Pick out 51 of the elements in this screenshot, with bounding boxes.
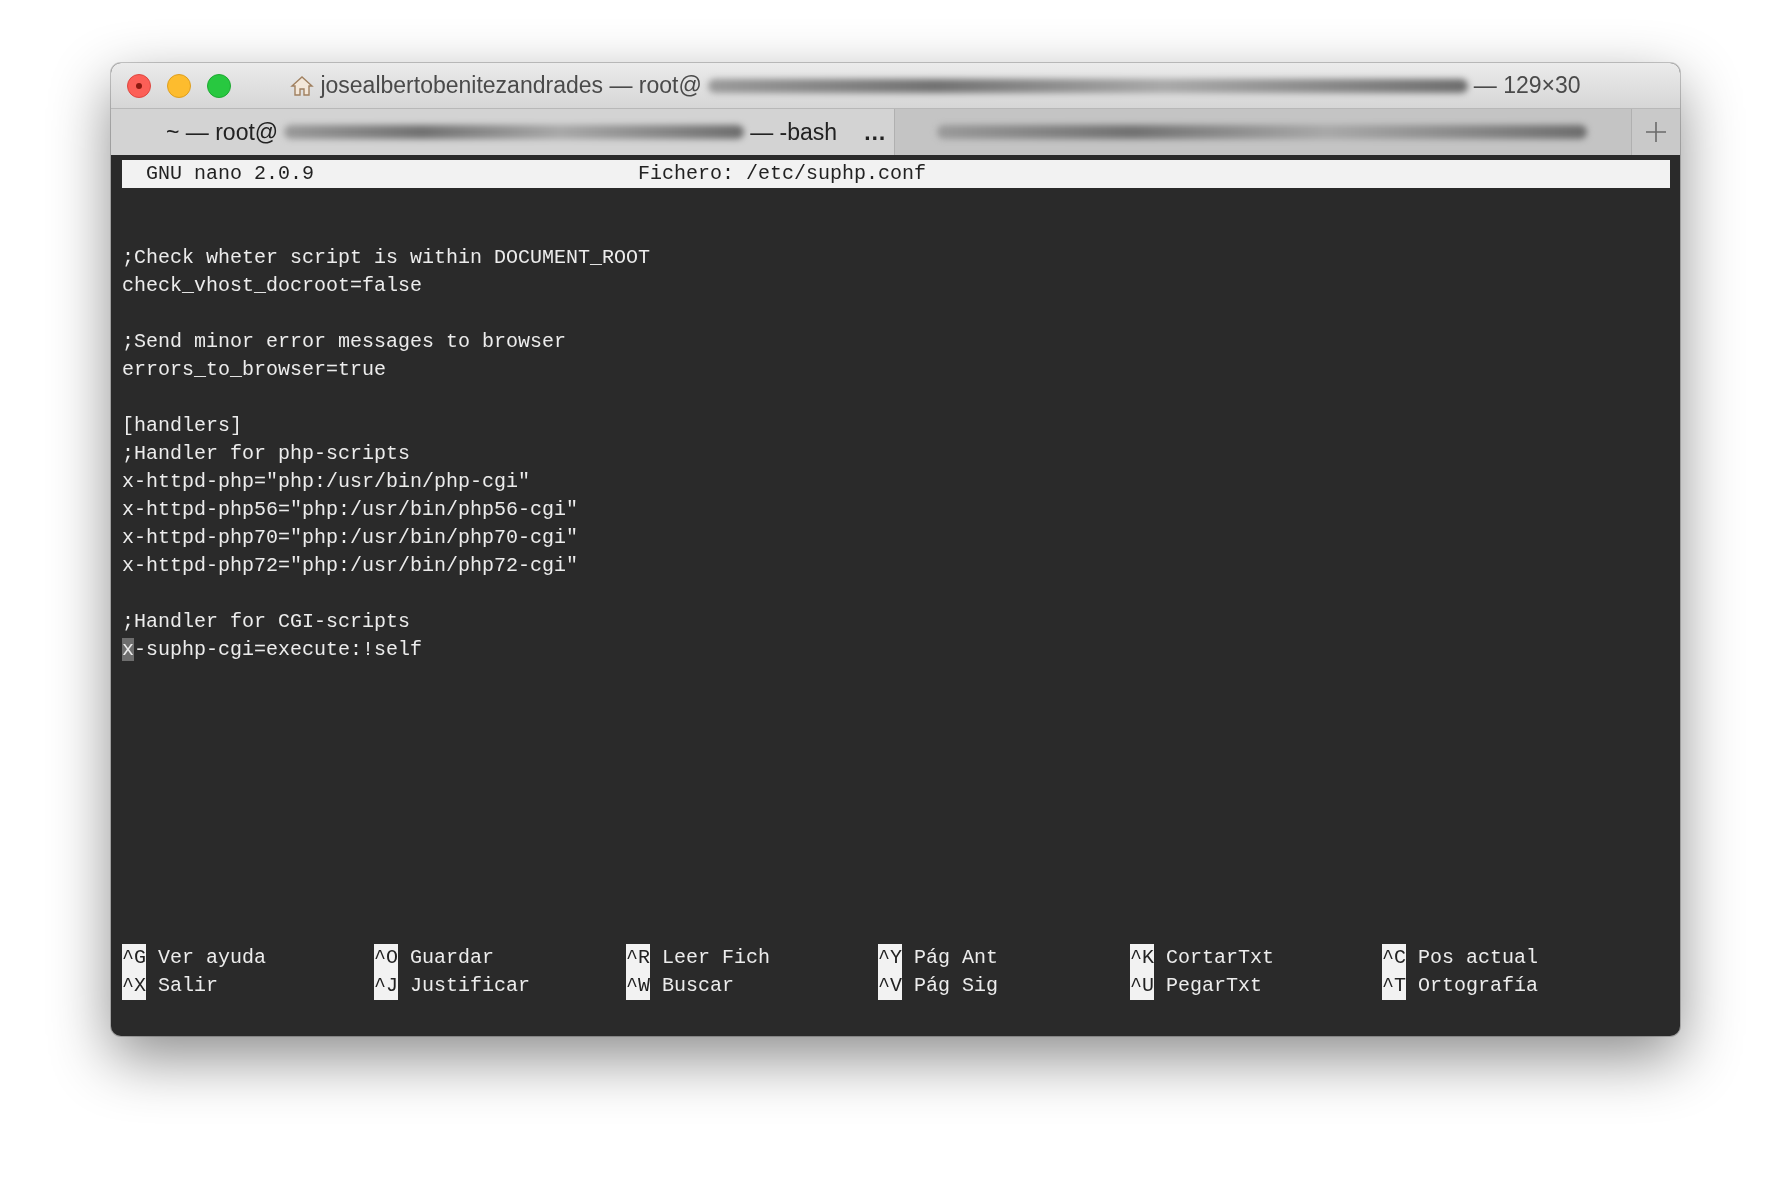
shortcut-key: ^X — [122, 972, 146, 1000]
code-line: ;Check wheter script is within DOCUMENT_ROOT — [122, 245, 652, 271]
shortcut-label: PegarTxt — [1166, 973, 1262, 999]
code-line: x-httpd-php72="php:/usr/bin/php72-cgi" — [122, 553, 580, 579]
new-tab-icon[interactable] — [1645, 121, 1667, 143]
shortcut-label: Justificar — [410, 973, 531, 999]
shortcut-label: Guardar — [410, 945, 494, 971]
code-line: x-httpd-php56="php:/usr/bin/php56-cgi" — [122, 497, 580, 523]
shortcut-label: Salir — [158, 973, 218, 999]
shortcut-label: Buscar — [662, 973, 734, 999]
minimize-button[interactable] — [167, 74, 191, 98]
shortcut-key: ^G — [122, 944, 146, 972]
code-line: ;Handler for CGI-scripts — [122, 609, 412, 635]
nano-version: GNU nano 2.0.9 — [146, 161, 315, 187]
code-line: errors_to_browser=true — [122, 357, 388, 383]
code-line: x-httpd-php70="php:/usr/bin/php70-cgi" — [122, 525, 580, 551]
code-line: x-suphp-cgi=execute:!self — [122, 637, 424, 663]
zoom-button[interactable] — [207, 74, 231, 98]
window-size: — 129×30 — [1473, 72, 1581, 99]
shortcut-key: ^C — [1382, 944, 1406, 972]
close-button[interactable] — [127, 74, 151, 98]
shortcut-label: Leer Fich — [662, 945, 771, 971]
shortcut-key: ^K — [1130, 944, 1154, 972]
shortcut-label: Ortografía — [1418, 973, 1539, 999]
shortcut-label: CortarTxt — [1166, 945, 1275, 971]
window-title: josealbertobenitezandrades — root@ — [320, 72, 702, 99]
tab-process: — -bash — [750, 118, 838, 146]
shortcut-key: ^W — [626, 972, 650, 1000]
text-cursor: x — [122, 638, 134, 661]
shortcut-key: ^Y — [878, 944, 902, 972]
shortcut-label: Pág Ant — [914, 945, 998, 971]
shortcut-key: ^O — [374, 944, 398, 972]
shortcut-key: ^T — [1382, 972, 1406, 1000]
shortcut-key: ^V — [878, 972, 902, 1000]
code-line: check_vhost_docroot=false — [122, 273, 424, 299]
code-line: ;Handler for php-scripts — [122, 441, 412, 467]
shortcut-label: Pos actual — [1418, 945, 1539, 971]
shortcut-key: ^R — [626, 944, 650, 972]
shortcut-label: Pág Sig — [914, 973, 998, 999]
file-name: Fichero: /etc/suphp.conf — [638, 161, 927, 187]
tab-title: ~ — root@ — [166, 118, 279, 146]
terminal-tab[interactable] — [895, 109, 1632, 155]
code-line: x-httpd-php="php:/usr/bin/php-cgi" — [122, 469, 532, 495]
overflow-indicator: … — [863, 118, 887, 146]
code-line: ;Send minor error messages to browser — [122, 329, 568, 355]
shortcut-key: ^U — [1130, 972, 1154, 1000]
code-line: [handlers] — [122, 413, 244, 439]
shortcut-label: Ver ayuda — [158, 945, 267, 971]
shortcut-key: ^J — [374, 972, 398, 1000]
terminal-tab[interactable]: ~ — root@ — -bash … — [111, 109, 895, 155]
home-icon — [290, 73, 315, 98]
